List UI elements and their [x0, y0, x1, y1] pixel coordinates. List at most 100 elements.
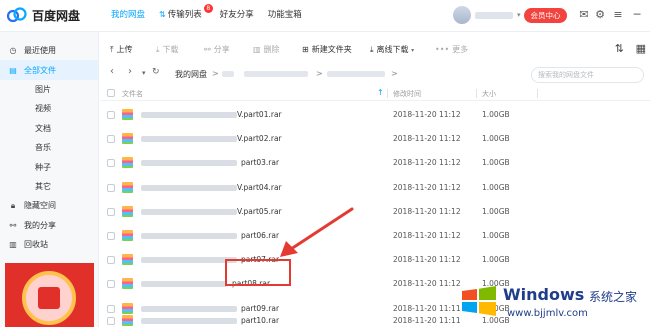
- tab-transfer-list[interactable]: ⇅ 传输列表 8: [152, 0, 213, 32]
- row-checkbox[interactable]: [107, 207, 115, 216]
- new-folder-label: 新建文件夹: [311, 45, 352, 54]
- tab-label: 传输列表: [167, 10, 202, 20]
- watermark-url: www.bjjmlv.com: [507, 308, 588, 319]
- row-checkbox[interactable]: [107, 111, 115, 119]
- row-checkbox[interactable]: [107, 317, 115, 325]
- upload-icon: ⤒: [110, 45, 114, 54]
- sidebar-item-torrents[interactable]: 种子: [0, 157, 98, 176]
- file-name-blurred: [141, 136, 237, 143]
- new-folder-button[interactable]: ⊞ 新建文件夹: [302, 44, 352, 55]
- file-name[interactable]: part03.rar: [241, 158, 279, 167]
- row-checkbox[interactable]: [107, 256, 115, 265]
- row-checkbox[interactable]: [107, 232, 115, 240]
- column-divider: [387, 89, 388, 98]
- menu-icon[interactable]: ≡: [611, 8, 625, 22]
- tab-friend-share[interactable]: 好友分享: [213, 0, 261, 32]
- row-checkbox[interactable]: [107, 135, 115, 144]
- minimize-icon[interactable]: ─: [630, 8, 644, 22]
- sidebar-item-images[interactable]: 图片: [0, 80, 98, 99]
- modified-time: 2018-11-20 11:12: [393, 206, 461, 216]
- rar-file-icon: [122, 230, 133, 241]
- sidebar-item-label: 全部文件: [24, 65, 56, 75]
- breadcrumb-folder-blurred[interactable]: [222, 71, 234, 77]
- sidebar-item-documents[interactable]: 文档: [0, 119, 98, 138]
- sidebar-item-my-shares[interactable]: ⚯ 我的分享: [0, 216, 98, 235]
- tab-my-disk[interactable]: 我的网盘: [104, 0, 152, 32]
- row-checkbox[interactable]: [107, 159, 115, 168]
- search-input[interactable]: 搜索我的网盘文件: [531, 67, 644, 83]
- sidebar-item-music[interactable]: 音乐: [0, 138, 98, 157]
- breadcrumb-folder-blurred[interactable]: [327, 71, 385, 77]
- share-label: 分享: [213, 45, 230, 54]
- folder-icon: ▤: [9, 65, 17, 75]
- breadcrumb-folder-blurred[interactable]: [244, 71, 308, 77]
- rar-file-icon: [122, 315, 133, 326]
- upload-button[interactable]: ⤒ 上传: [110, 44, 133, 55]
- more-button[interactable]: ••• 更多: [435, 44, 468, 55]
- transfer-icon: ⇅: [159, 10, 166, 19]
- modified-time: 2018-11-20 11:12: [393, 110, 461, 119]
- refresh-icon[interactable]: ↻: [152, 67, 160, 77]
- transfer-count-badge: 8: [203, 4, 213, 13]
- forward-arrow-icon[interactable]: ›: [128, 66, 132, 77]
- sidebar-item-label: 种子: [35, 162, 51, 172]
- promo-banner[interactable]: [5, 263, 94, 327]
- rar-file-icon: [122, 254, 133, 266]
- table-row[interactable]: part03.rar 2018-11-20 11:12 1.00GB: [100, 151, 650, 175]
- watermark-title: Windows: [503, 285, 585, 304]
- file-name-blurred: [141, 281, 227, 288]
- file-name-blurred: [141, 160, 237, 167]
- user-menu[interactable]: ▾: [453, 6, 521, 24]
- sort-view-icon[interactable]: ⇅: [615, 42, 624, 55]
- watermark-subtitle: 系统之家: [589, 290, 638, 304]
- offline-download-button[interactable]: ⤓ 离线下载 ▾: [370, 44, 414, 55]
- delete-button[interactable]: ▥ 删除: [253, 44, 280, 55]
- gift-icon: [38, 287, 60, 309]
- file-name[interactable]: V.part04.rar: [237, 183, 282, 192]
- more-label: 更多: [452, 45, 469, 54]
- file-name[interactable]: V.part01.rar: [237, 110, 282, 119]
- column-header-modified[interactable]: 修改时间: [393, 89, 421, 99]
- sidebar-item-videos[interactable]: 视频: [0, 99, 98, 118]
- row-checkbox[interactable]: [107, 183, 115, 192]
- breadcrumb-separator: >: [212, 69, 219, 78]
- tab-label: 功能宝箱: [267, 10, 302, 20]
- sidebar-item-others[interactable]: 其它: [0, 177, 98, 196]
- table-row[interactable]: part07.rar 2018-11-20 11:12 1.00GB: [100, 248, 650, 272]
- sidebar-item-label: 隐藏空间: [24, 201, 56, 211]
- modified-time: 2018-11-20 11:12: [393, 231, 461, 240]
- table-row[interactable]: part06.rar 2018-11-20 11:12 1.00GB: [100, 224, 650, 248]
- table-row[interactable]: V.part02.rar 2018-11-20 11:12 1.00GB: [100, 127, 650, 151]
- back-arrow-icon[interactable]: ‹: [110, 66, 114, 77]
- column-divider: [476, 89, 477, 98]
- breadcrumb-root[interactable]: 我的网盘: [175, 69, 207, 80]
- sidebar-item-all-files[interactable]: ▤ 全部文件: [0, 60, 98, 80]
- download-button[interactable]: ⤓ 下载: [156, 44, 179, 55]
- app-logo[interactable]: 百度网盘: [6, 6, 80, 24]
- watermark: Windows 系统之家 www.bjjmlv.com: [453, 275, 650, 327]
- sidebar-item-hidden-space[interactable]: 🔒︎ 隐藏空间: [0, 196, 98, 215]
- select-all-checkbox[interactable]: [107, 89, 115, 97]
- share-button[interactable]: ⚯ 分享: [204, 44, 230, 55]
- gear-icon[interactable]: ⚙: [593, 8, 607, 22]
- history-dropdown-icon[interactable]: ▾: [142, 69, 146, 77]
- table-row[interactable]: V.part04.rar 2018-11-20 11:12 1.00GB: [100, 176, 650, 200]
- tab-toolbox[interactable]: 功能宝箱: [261, 0, 309, 32]
- file-name[interactable]: V.part02.rar: [237, 134, 282, 143]
- mail-icon[interactable]: ✉: [577, 8, 591, 22]
- column-header-name[interactable]: 文件名: [122, 89, 143, 99]
- row-checkbox[interactable]: [107, 280, 115, 289]
- windows-logo-icon: [462, 286, 496, 316]
- table-row[interactable]: V.part01.rar 2018-11-20 11:12 1.00GB: [100, 103, 650, 127]
- rar-file-icon: [122, 109, 133, 120]
- column-header-size[interactable]: 大小: [482, 89, 496, 99]
- sort-arrow-icon[interactable]: ↑: [377, 88, 384, 97]
- file-name[interactable]: part10.rar: [241, 316, 279, 325]
- sidebar-item-recent[interactable]: ◷ 最近使用: [0, 41, 98, 60]
- file-size: 1.00GB: [482, 110, 510, 119]
- grid-view-icon[interactable]: ▦: [636, 42, 646, 55]
- modified-time: 2018-11-20 11:12: [393, 279, 461, 289]
- sidebar-item-recycle-bin[interactable]: ▥ 回收站: [0, 235, 98, 254]
- vip-center-button[interactable]: 会员中心: [524, 8, 567, 23]
- table-row[interactable]: V.part05.rar 2018-11-20 11:12 1.00GB: [100, 200, 650, 224]
